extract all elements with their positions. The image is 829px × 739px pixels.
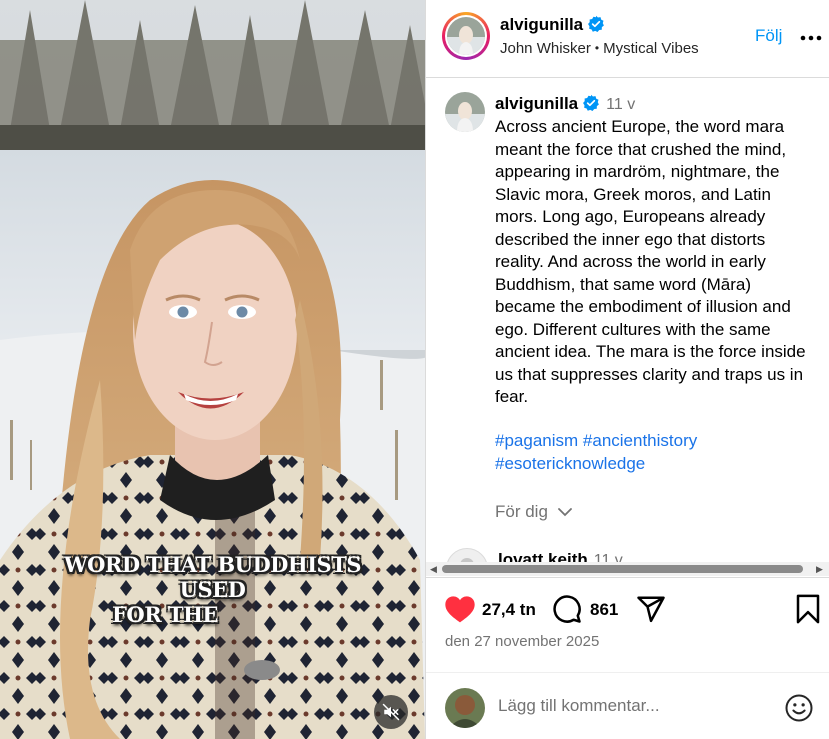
post-date[interactable]: den 27 november 2025 [445, 633, 599, 650]
emoji-smiley-icon [785, 694, 813, 722]
comment-author: lovatt keith 11 v [498, 550, 623, 562]
share-button[interactable] [636, 594, 666, 629]
header-username[interactable]: alvigunilla [500, 15, 605, 38]
hashtag-link[interactable]: #paganism [495, 431, 578, 450]
header-username-text[interactable]: alvigunilla [500, 15, 583, 34]
audio-attribution[interactable]: John Whisker • Mystical Vibes [500, 40, 699, 57]
caption-time: 11 v [606, 96, 636, 113]
comment-time: 11 v [593, 552, 623, 562]
heart-icon [445, 596, 475, 623]
hashtag-link[interactable]: #esotericknowledge [495, 454, 645, 473]
post-details-panel: alvigunilla John Whisker • Mystical Vibes … [426, 0, 829, 739]
comment-username[interactable]: lovatt keith [498, 550, 588, 562]
comment-input-divider [426, 672, 829, 673]
scroll-right-arrow-icon[interactable]: ▶ [816, 564, 823, 575]
scrollbar-thumb[interactable] [442, 565, 803, 573]
action-bar: 27,4 tn 861 [426, 590, 829, 630]
audio-separator: • [594, 41, 600, 55]
hashtag-link[interactable]: #ancienthistory [583, 431, 697, 450]
comment-count[interactable]: 861 [590, 600, 618, 620]
add-comment-bar [426, 686, 829, 730]
caption-author-avatar[interactable] [445, 92, 485, 132]
post-header: alvigunilla John Whisker • Mystical Vibes … [426, 0, 829, 78]
comment-avatar[interactable] [446, 548, 488, 562]
verified-badge-icon [582, 94, 600, 117]
caption-author: alvigunilla 11 v [495, 94, 635, 117]
video-caption: WORD THAT BUDDHISTS USED FOR THE [40, 552, 385, 627]
comment-button[interactable] [552, 594, 582, 629]
comment-icon [553, 595, 581, 623]
comment-item: lovatt keith 11 v [446, 546, 826, 562]
horizontal-scrollbar[interactable]: ◀ ▶ [426, 562, 829, 576]
avatar [447, 17, 485, 55]
caption-username[interactable]: alvigunilla [495, 94, 578, 113]
scroll-left-arrow-icon[interactable]: ◀ [430, 564, 437, 575]
like-count[interactable]: 27,4 tn [482, 600, 536, 620]
audio-artist[interactable]: John Whisker [500, 40, 591, 57]
caption-line-1: WORD THAT BUDDHISTS USED [63, 552, 362, 602]
like-button[interactable] [444, 594, 476, 629]
emoji-button[interactable] [784, 693, 814, 728]
more-dots-icon [800, 35, 822, 41]
current-user-avatar [445, 688, 485, 728]
profile-avatar-story-ring[interactable] [442, 12, 490, 60]
default-avatar-icon [460, 558, 474, 562]
verified-badge-icon [587, 15, 605, 38]
video-player[interactable]: WORD THAT BUDDHISTS USED FOR THE [0, 0, 425, 739]
follow-button[interactable]: Följ [755, 26, 782, 46]
speaker-muted-icon [382, 703, 400, 721]
more-options-button[interactable] [799, 25, 823, 48]
for-you-toggle[interactable]: För dig [495, 502, 573, 522]
video-frame-image [0, 0, 425, 739]
chevron-down-icon [557, 508, 572, 517]
save-button[interactable] [795, 594, 821, 629]
comment-input[interactable] [498, 696, 758, 716]
bookmark-icon [796, 594, 820, 624]
caption-text: Across ancient Europe, the word mara mea… [495, 117, 806, 406]
mute-button[interactable] [374, 695, 408, 729]
audio-title[interactable]: Mystical Vibes [603, 40, 699, 57]
share-icon [637, 596, 665, 623]
caption-line-2: FOR THE [112, 602, 218, 627]
comments-scroll-area[interactable]: alvigunilla 11 v Across ancient Europe, t… [426, 78, 829, 562]
hashtags: #paganism #ancienthistory #esotericknowl… [495, 430, 813, 475]
actions-divider [426, 577, 829, 578]
for-you-label: För dig [495, 502, 548, 521]
